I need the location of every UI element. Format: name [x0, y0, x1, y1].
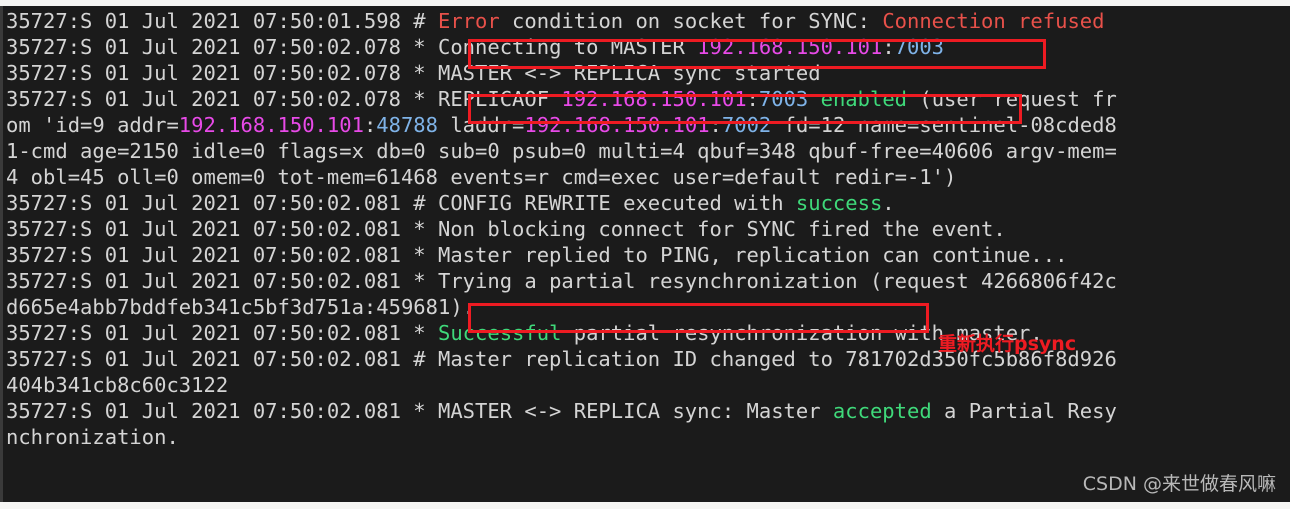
log-segment: Trying a partial resynchronization [437, 269, 858, 293]
log-segment: fd=12 name=sentinel-08cded8 [771, 113, 1117, 137]
log-segment: 7002 [721, 113, 772, 137]
log-line: 404b341cb8c60c3122 [6, 372, 1290, 398]
log-segment: nchronization. [6, 425, 179, 449]
log-line: d665e4abb7bddfeb341c5bf3d751a:459681). [6, 294, 1290, 320]
log-line: 4 obl=45 oll=0 omem=0 tot-mem=61468 even… [6, 164, 1290, 190]
log-segment: 35727:S 01 Jul 2021 07:50:01.598 # [6, 9, 438, 33]
log-segment: 35727:S 01 Jul 2021 07:50:02.081 * [6, 321, 438, 345]
log-segment: accepted [832, 399, 932, 423]
log-line: 35727:S 01 Jul 2021 07:50:02.081 # CONFI… [6, 190, 1290, 216]
log-segment: . [882, 191, 895, 215]
log-segment: 192.168.150.101 [697, 35, 883, 59]
log-line: 35727:S 01 Jul 2021 07:50:02.081 * Maste… [6, 242, 1290, 268]
log-segment: enabled [820, 87, 908, 111]
log-line: 35727:S 01 Jul 2021 07:50:02.081 # Maste… [6, 346, 1290, 372]
log-segment [808, 87, 820, 111]
log-segment: a Partial Resy [931, 399, 1117, 423]
log-segment: 35727:S 01 Jul 2021 07:50:02.081 * MASTE… [6, 399, 833, 423]
log-segment: 192.168.150.101 [524, 113, 710, 137]
page-top-margin [0, 0, 1290, 6]
log-segment: Error [437, 9, 500, 33]
log-segment: 1-cmd age=2150 idle=0 flags=x db=0 sub=0… [6, 139, 1117, 163]
log-segment: laddr= [438, 113, 525, 137]
log-segment: Connection refused [882, 9, 1105, 33]
log-segment: : [746, 87, 759, 111]
log-line: 35727:S 01 Jul 2021 07:50:02.081 * Tryin… [6, 268, 1290, 294]
log-segment: (user request fr [907, 87, 1117, 111]
log-segment: 7003 [758, 87, 809, 111]
log-segment: REPLICAOF [437, 87, 562, 111]
log-segment: : [363, 113, 377, 137]
log-line: 35727:S 01 Jul 2021 07:50:02.081 * Succe… [6, 320, 1290, 346]
terminal-left-gutter [0, 6, 3, 502]
log-line: nchronization. [6, 424, 1290, 450]
log-line: 35727:S 01 Jul 2021 07:50:01.598 # Error… [6, 8, 1290, 34]
log-segment: condition on socket for SYNC: [499, 9, 883, 33]
log-segment: 4 obl=45 oll=0 omem=0 tot-mem=61468 even… [6, 165, 957, 189]
log-segment: 35727:S 01 Jul 2021 07:50:02.081 # CONFI… [6, 191, 796, 215]
log-segment: 35727:S 01 Jul 2021 07:50:02.078 * MASTE… [6, 61, 821, 85]
log-segment: 7003 [894, 35, 945, 59]
chinese-annotation-label: 重新执行psync [938, 333, 1077, 355]
log-segment: (request 4266806f42c [857, 269, 1117, 293]
log-line: 35727:S 01 Jul 2021 07:50:02.078 * REPLI… [6, 86, 1290, 112]
log-segment: 192.168.150.101 [561, 87, 747, 111]
log-segment: 35727:S 01 Jul 2021 07:50:02.081 * Maste… [6, 243, 1068, 267]
log-segment: success [795, 191, 883, 215]
log-segment: 35727:S 01 Jul 2021 07:50:02.081 * [6, 269, 438, 293]
log-segment: 192.168.150.101 [178, 113, 364, 137]
log-segment: : [709, 113, 722, 137]
log-line: 35727:S 01 Jul 2021 07:50:02.078 * Conne… [6, 34, 1290, 60]
page-bottom-margin [0, 502, 1290, 509]
log-segment: 35727:S 01 Jul 2021 07:50:02.078 * [6, 87, 438, 111]
log-line: 35727:S 01 Jul 2021 07:50:02.081 * MASTE… [6, 398, 1290, 424]
log-line: 35727:S 01 Jul 2021 07:50:02.078 * MASTE… [6, 60, 1290, 86]
log-segment: 48788 [376, 113, 438, 137]
log-segment: d665e4abb7bddfeb341c5bf3d751a:459681). [6, 295, 475, 319]
log-line: 1-cmd age=2150 idle=0 flags=x db=0 sub=0… [6, 138, 1290, 164]
log-segment: Successful [437, 321, 562, 345]
log-segment: 35727:S 01 Jul 2021 07:50:02.081 * Non b… [6, 217, 1006, 241]
log-segment: Connecting to MASTER [437, 35, 698, 59]
log-line: om 'id=9 addr=192.168.150.101:48788 ladd… [6, 112, 1290, 138]
log-segment: 35727:S 01 Jul 2021 07:50:02.078 * [6, 35, 438, 59]
redis-log-output: 35727:S 01 Jul 2021 07:50:01.598 # Error… [6, 8, 1290, 450]
log-segment: : [882, 35, 895, 59]
terminal-window: 35727:S 01 Jul 2021 07:50:01.598 # Error… [0, 6, 1290, 502]
log-line: 35727:S 01 Jul 2021 07:50:02.081 * Non b… [6, 216, 1290, 242]
log-segment: om 'id=9 addr= [6, 113, 179, 137]
log-segment: 404b341cb8c60c3122 [6, 373, 229, 397]
csdn-watermark: CSDN @来世做春风嘛 [1082, 473, 1276, 495]
